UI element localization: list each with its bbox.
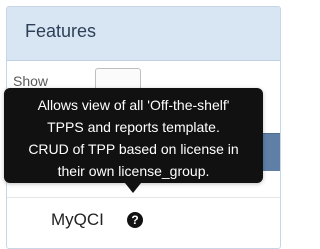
- tooltip-line-4: their own license_group.: [57, 163, 210, 179]
- tooltip-arrow: [125, 183, 141, 193]
- panel-title: Features: [25, 21, 97, 41]
- table-row: MyQCI ?: [7, 197, 280, 242]
- tooltip: Allows view of all 'Off-the-shelf' TPPS …: [4, 88, 263, 183]
- tooltip-line-3: CRUD of TPP based on license in: [28, 141, 239, 157]
- show-label: Show: [13, 73, 49, 89]
- tooltip-line-1: Allows view of all 'Off-the-shelf': [37, 97, 230, 113]
- tooltip-line-2: TPPS and reports template.: [47, 119, 220, 135]
- row-label: MyQCI: [51, 210, 104, 229]
- question-circle-icon[interactable]: ?: [127, 212, 143, 228]
